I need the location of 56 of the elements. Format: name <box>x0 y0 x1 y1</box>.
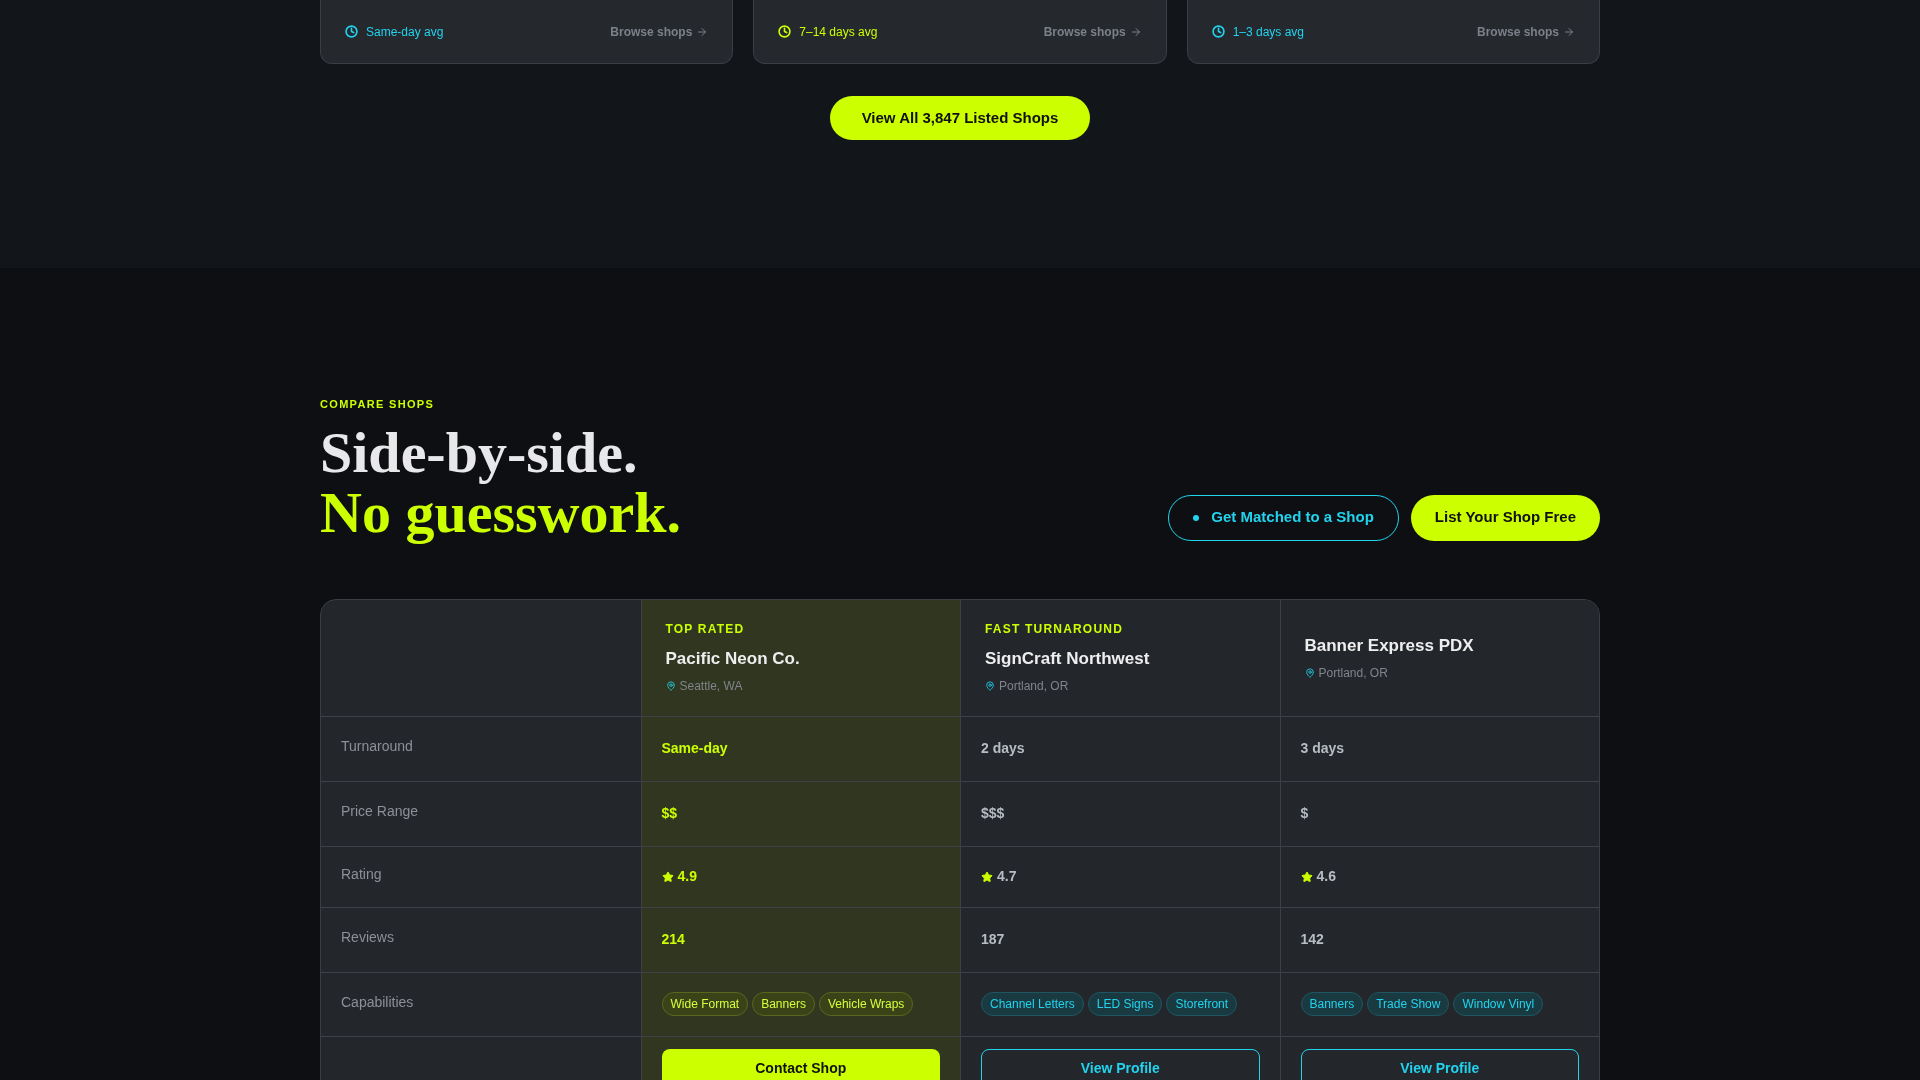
contact-shop-button[interactable]: Contact Shop <box>661 1048 940 1080</box>
browse-shops-link[interactable]: Browse shops <box>1043 22 1126 41</box>
shop-location: Seattle, WA <box>679 678 743 696</box>
row-label: Rating <box>341 865 382 884</box>
turnaround-time: 7–14 days avg <box>799 23 878 41</box>
cell-value: 2 days <box>981 739 1025 758</box>
shop-location: Portland, OR <box>999 678 1069 696</box>
turnaround-time: Same-day avg <box>366 23 444 41</box>
capability-tag: Banners <box>752 992 815 1016</box>
shop-tag-label: FAST TURNAROUND <box>985 620 1124 638</box>
shop-name: SignCraft Northwest <box>985 647 1151 670</box>
star-icon <box>981 870 993 883</box>
turnaround-time: 1–3 days avg <box>1232 23 1305 41</box>
rating-value: 4.6 <box>1316 867 1336 886</box>
capability-tag: Vehicle Wraps <box>818 992 914 1016</box>
capability-tag: Storefront <box>1166 992 1238 1016</box>
cell-value: $$$ <box>981 804 1005 823</box>
star-icon <box>661 870 674 883</box>
location-pin-icon <box>985 681 995 692</box>
arrow-right-icon <box>1563 25 1575 38</box>
shop-tag-label: TOP RATED <box>665 620 746 638</box>
location-pin-icon <box>1304 668 1315 679</box>
shop-name: Pacific Neon Co. <box>665 647 801 670</box>
heading: Side-by-side. <box>320 422 639 483</box>
row-label: Reviews <box>341 928 394 947</box>
location-pin-icon <box>665 681 676 692</box>
rating-value: 4.7 <box>997 867 1017 886</box>
cell-value: 3 days <box>1300 739 1345 758</box>
shop-name: Banner Express PDX <box>1304 634 1475 657</box>
rating-value: 4.9 <box>677 867 697 886</box>
view-profile-button[interactable]: View Profile <box>981 1048 1260 1080</box>
star-icon <box>1300 870 1313 883</box>
arrow-right-icon <box>696 25 709 38</box>
cell-value: $ <box>1300 804 1309 823</box>
row-label: Turnaround <box>341 737 413 756</box>
capability-tag: Channel Letters <box>981 992 1084 1016</box>
cell-value: 142 <box>1300 930 1324 949</box>
cell-value: $$ <box>661 804 678 823</box>
arrow-right-icon <box>1129 25 1142 38</box>
capability-tag: Trade Show <box>1367 992 1450 1016</box>
capability-tag: Banners <box>1300 992 1364 1016</box>
row-label: Price Range <box>341 802 419 821</box>
capability-tag: Window Vinyl <box>1453 992 1544 1016</box>
capability-tag: Wide Format <box>661 992 749 1016</box>
row-label: Capabilities <box>341 992 414 1012</box>
view-all-button[interactable]: View All 3,847 Listed Shops <box>829 96 1091 140</box>
list-shop-button[interactable]: List Your Shop Free <box>1410 494 1600 541</box>
shop-location: Portland, OR <box>1318 665 1388 683</box>
section-eyebrow: COMPARE SHOPS <box>320 397 436 412</box>
capability-tag: LED Signs <box>1087 992 1163 1016</box>
browse-shops-link[interactable]: Browse shops <box>610 22 693 41</box>
view-profile-button[interactable]: View Profile <box>1300 1048 1579 1080</box>
browse-shops-link[interactable]: Browse shops <box>1476 22 1559 41</box>
cell-value: Same-day <box>661 739 728 758</box>
cell-value: 187 <box>981 930 1005 949</box>
cell-value: 214 <box>661 930 685 949</box>
